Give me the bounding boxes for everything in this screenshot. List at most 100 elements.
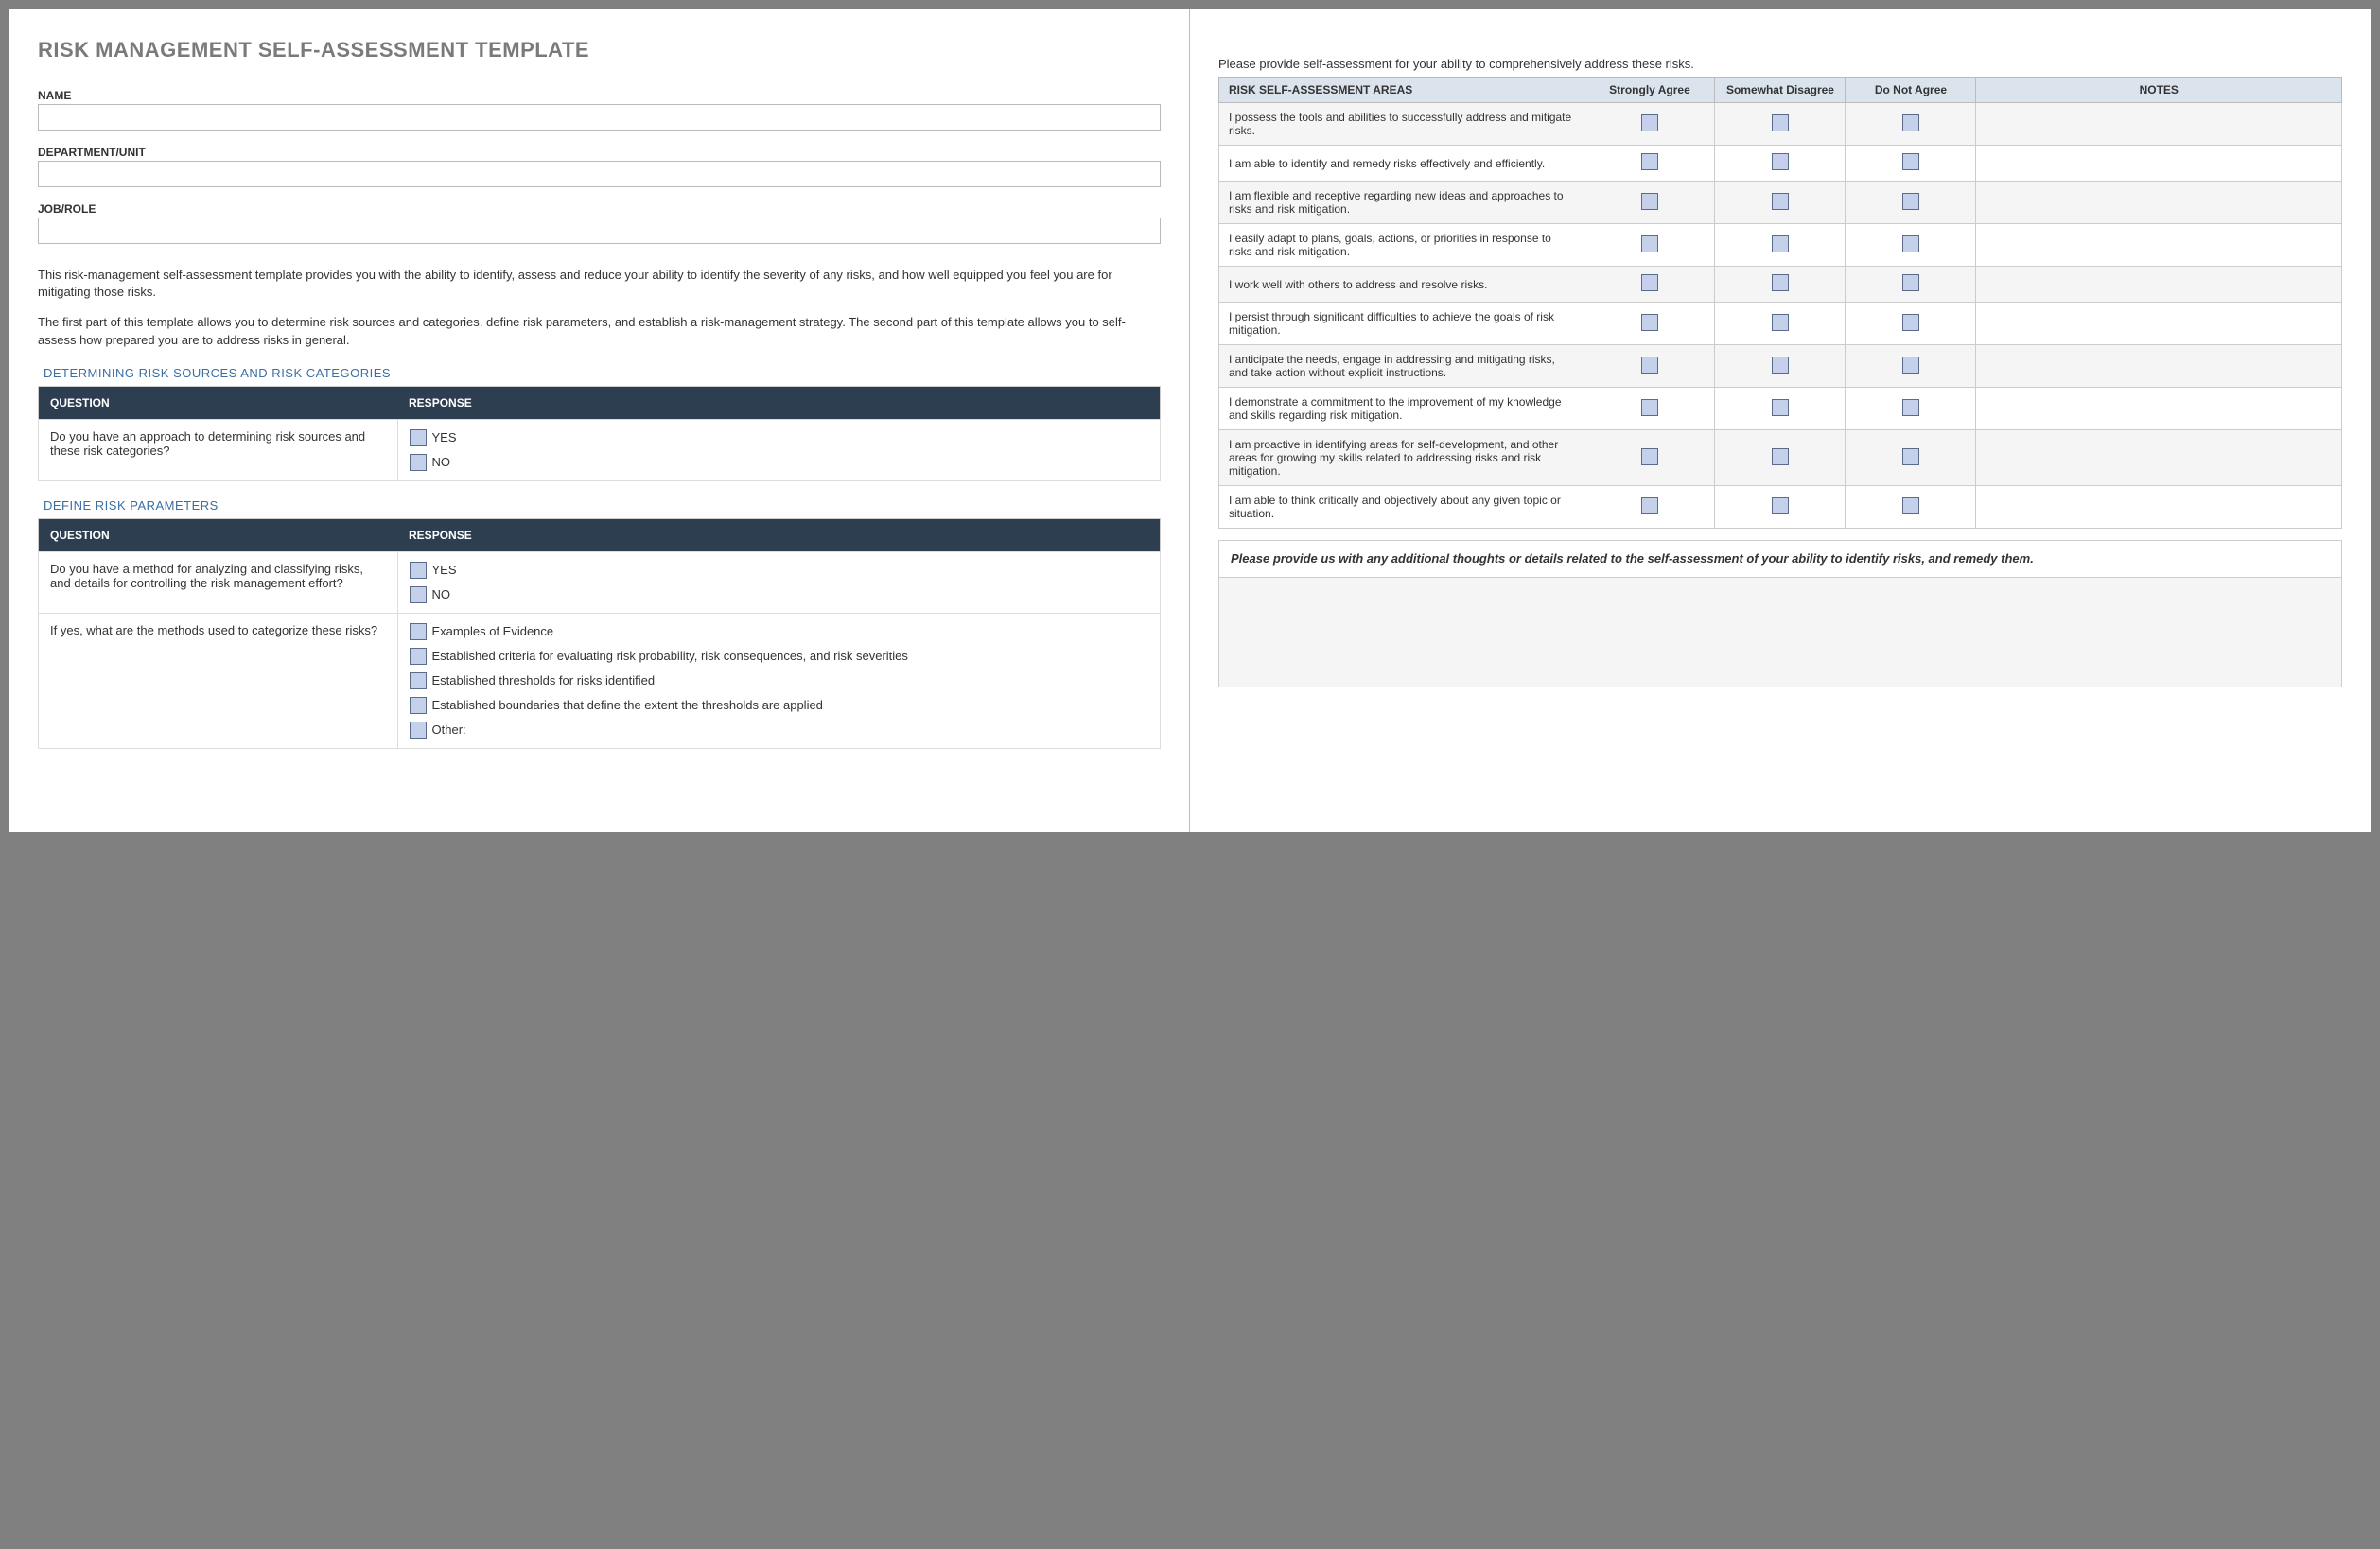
section2-title: DEFINE RISK PARAMETERS xyxy=(38,498,1161,513)
table-row: I am able to identify and remedy risks e… xyxy=(1219,146,2342,182)
cell-strongly-agree xyxy=(1584,182,1715,224)
cell-strongly-agree xyxy=(1584,103,1715,146)
section1-no-checkbox[interactable] xyxy=(410,454,427,471)
section2-r1-cell: YES NO xyxy=(397,551,1160,613)
table-row: I demonstrate a commitment to the improv… xyxy=(1219,388,2342,430)
notes-cell[interactable] xyxy=(1976,146,2342,182)
notes-cell[interactable] xyxy=(1976,103,2342,146)
section2-yes-checkbox[interactable] xyxy=(410,562,427,579)
checkbox-strongly-agree[interactable] xyxy=(1641,497,1658,514)
section2-table: QUESTION RESPONSE Do you have a method f… xyxy=(38,518,1161,749)
section2-no-checkbox[interactable] xyxy=(410,586,427,603)
section2-opt1-checkbox[interactable] xyxy=(410,648,427,665)
checkbox-strongly-agree[interactable] xyxy=(1641,357,1658,374)
checkbox-do-not-agree[interactable] xyxy=(1902,274,1919,291)
job-label: JOB/ROLE xyxy=(38,202,1161,216)
checkbox-somewhat-disagree[interactable] xyxy=(1772,235,1789,252)
name-input[interactable] xyxy=(38,104,1161,131)
section1-yes-label: YES xyxy=(432,430,457,444)
section2-opt0-label: Examples of Evidence xyxy=(432,624,554,638)
notes-cell[interactable] xyxy=(1976,303,2342,345)
checkbox-strongly-agree[interactable] xyxy=(1641,314,1658,331)
cell-somewhat-disagree xyxy=(1715,345,1846,388)
cell-somewhat-disagree xyxy=(1715,182,1846,224)
assessment-area-text: I am flexible and receptive regarding ne… xyxy=(1219,182,1584,224)
checkbox-somewhat-disagree[interactable] xyxy=(1772,193,1789,210)
department-input[interactable] xyxy=(38,161,1161,187)
cell-strongly-agree xyxy=(1584,303,1715,345)
section2-opt1-label: Established criteria for evaluating risk… xyxy=(432,649,908,663)
left-column: RISK MANAGEMENT SELF-ASSESSMENT TEMPLATE… xyxy=(9,9,1190,832)
checkbox-do-not-agree[interactable] xyxy=(1902,448,1919,465)
checkbox-strongly-agree[interactable] xyxy=(1641,153,1658,170)
checkbox-do-not-agree[interactable] xyxy=(1902,399,1919,416)
cell-do-not-agree xyxy=(1846,146,1976,182)
checkbox-do-not-agree[interactable] xyxy=(1902,114,1919,131)
section1-title: DETERMINING RISK SOURCES AND RISK CATEGO… xyxy=(38,366,1161,380)
assessment-area-text: I work well with others to address and r… xyxy=(1219,267,1584,303)
section2-opt4-checkbox[interactable] xyxy=(410,722,427,739)
cell-do-not-agree xyxy=(1846,430,1976,486)
notes-cell[interactable] xyxy=(1976,267,2342,303)
checkbox-strongly-agree[interactable] xyxy=(1641,448,1658,465)
checkbox-strongly-agree[interactable] xyxy=(1641,274,1658,291)
checkbox-somewhat-disagree[interactable] xyxy=(1772,448,1789,465)
intro-p2: The first part of this template allows y… xyxy=(38,314,1161,348)
department-label: DEPARTMENT/UNIT xyxy=(38,146,1161,159)
section2-opt3-checkbox[interactable] xyxy=(410,697,427,714)
section1-yes-checkbox[interactable] xyxy=(410,429,427,446)
checkbox-somewhat-disagree[interactable] xyxy=(1772,153,1789,170)
checkbox-do-not-agree[interactable] xyxy=(1902,193,1919,210)
section2-opt0-checkbox[interactable] xyxy=(410,623,427,640)
cell-do-not-agree xyxy=(1846,388,1976,430)
cell-strongly-agree xyxy=(1584,267,1715,303)
additional-thoughts-textarea[interactable] xyxy=(1219,578,2341,687)
page-title: RISK MANAGEMENT SELF-ASSESSMENT TEMPLATE xyxy=(38,38,1161,62)
rtable-header-notes: NOTES xyxy=(1976,78,2342,103)
cell-do-not-agree xyxy=(1846,267,1976,303)
checkbox-somewhat-disagree[interactable] xyxy=(1772,399,1789,416)
job-input[interactable] xyxy=(38,218,1161,244)
checkbox-do-not-agree[interactable] xyxy=(1902,357,1919,374)
notes-cell[interactable] xyxy=(1976,224,2342,267)
checkbox-somewhat-disagree[interactable] xyxy=(1772,114,1789,131)
checkbox-strongly-agree[interactable] xyxy=(1641,193,1658,210)
checkbox-do-not-agree[interactable] xyxy=(1902,235,1919,252)
checkbox-somewhat-disagree[interactable] xyxy=(1772,274,1789,291)
cell-somewhat-disagree xyxy=(1715,388,1846,430)
notes-cell[interactable] xyxy=(1976,345,2342,388)
checkbox-somewhat-disagree[interactable] xyxy=(1772,314,1789,331)
intro-text: This risk-management self-assessment tem… xyxy=(38,267,1161,349)
checkbox-do-not-agree[interactable] xyxy=(1902,497,1919,514)
name-label: NAME xyxy=(38,89,1161,102)
section1-question: Do you have an approach to determining r… xyxy=(39,419,398,480)
cell-strongly-agree xyxy=(1584,430,1715,486)
document-page: RISK MANAGEMENT SELF-ASSESSMENT TEMPLATE… xyxy=(9,9,2371,832)
checkbox-strongly-agree[interactable] xyxy=(1641,399,1658,416)
notes-cell[interactable] xyxy=(1976,486,2342,529)
cell-strongly-agree xyxy=(1584,345,1715,388)
checkbox-strongly-agree[interactable] xyxy=(1641,114,1658,131)
notes-cell[interactable] xyxy=(1976,388,2342,430)
section1-header-question: QUESTION xyxy=(39,386,398,419)
notes-cell[interactable] xyxy=(1976,430,2342,486)
checkbox-do-not-agree[interactable] xyxy=(1902,314,1919,331)
checkbox-strongly-agree[interactable] xyxy=(1641,235,1658,252)
section1-table: QUESTION RESPONSE Do you have an approac… xyxy=(38,386,1161,481)
assessment-area-text: I am able to identify and remedy risks e… xyxy=(1219,146,1584,182)
table-row: I easily adapt to plans, goals, actions,… xyxy=(1219,224,2342,267)
section2-yes-label: YES xyxy=(432,563,457,577)
checkbox-somewhat-disagree[interactable] xyxy=(1772,357,1789,374)
cell-strongly-agree xyxy=(1584,486,1715,529)
checkbox-do-not-agree[interactable] xyxy=(1902,153,1919,170)
additional-prompt: Please provide us with any additional th… xyxy=(1219,541,2341,578)
table-row: I possess the tools and abilities to suc… xyxy=(1219,103,2342,146)
rtable-header-areas: RISK SELF-ASSESSMENT AREAS xyxy=(1219,78,1584,103)
checkbox-somewhat-disagree[interactable] xyxy=(1772,497,1789,514)
section2-header-response: RESPONSE xyxy=(397,518,1160,551)
notes-cell[interactable] xyxy=(1976,182,2342,224)
section2-opt2-checkbox[interactable] xyxy=(410,672,427,689)
cell-somewhat-disagree xyxy=(1715,486,1846,529)
intro-p1: This risk-management self-assessment tem… xyxy=(38,267,1161,301)
assessment-area-text: I am able to think critically and object… xyxy=(1219,486,1584,529)
